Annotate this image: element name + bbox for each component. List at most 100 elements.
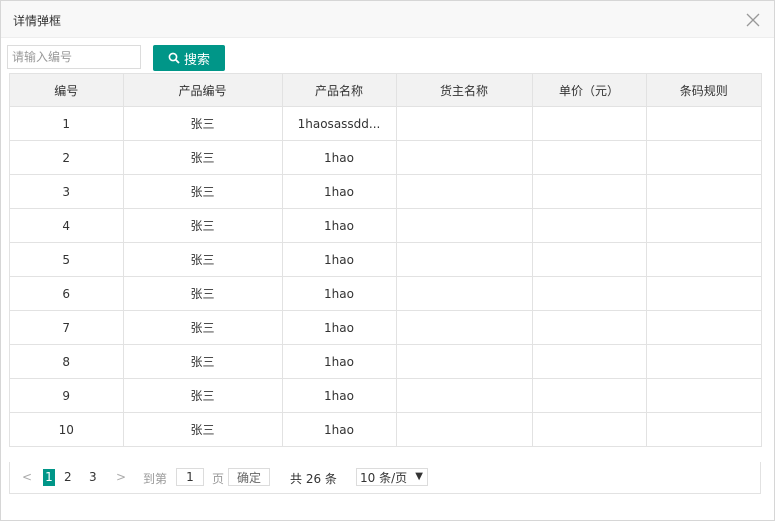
- cell-id: 1: [10, 106, 124, 141]
- cell-owner-name: [396, 344, 533, 379]
- cell-product-code: 张三: [123, 276, 283, 311]
- cell-unit-price: [532, 208, 647, 243]
- search-button-label: 搜索: [183, 51, 210, 67]
- cell-product-name: 1hao: [282, 276, 397, 311]
- cell-product-name: 1haosassdd...: [282, 106, 397, 141]
- column-header-id: 编号: [10, 74, 124, 107]
- pagination: < 1 2 3 > 到第 页 确定 共 26 条 10 条/页 ▼: [9, 462, 761, 494]
- cell-product-code: 张三: [123, 412, 283, 447]
- cell-product-name: 1hao: [282, 344, 397, 379]
- search-icon: [168, 52, 180, 64]
- table-row[interactable]: 6 张三 1hao: [10, 276, 761, 311]
- table-header-row: 编号 产品编号 产品名称 货主名称 单价（元） 条码规则: [10, 74, 761, 107]
- cell-owner-name: [396, 242, 533, 277]
- dialog-title: 详情弹框: [13, 14, 62, 28]
- cell-unit-price: [532, 140, 647, 175]
- cell-owner-name: [396, 412, 533, 447]
- page-number-3[interactable]: 3: [89, 470, 97, 484]
- cell-unit-price: [532, 242, 647, 277]
- cell-barcode-rule: [646, 140, 761, 175]
- cell-unit-price: [532, 174, 647, 209]
- column-header-barcode-rule: 条码规则: [646, 74, 761, 107]
- cell-product-name: 1hao: [282, 310, 397, 345]
- cell-owner-name: [396, 140, 533, 175]
- close-icon[interactable]: [746, 13, 760, 27]
- dialog-titlebar: 详情弹框: [1, 1, 774, 38]
- cell-product-code: 张三: [123, 242, 283, 277]
- cell-product-name: 1hao: [282, 208, 397, 243]
- table-row[interactable]: 5 张三 1hao: [10, 242, 761, 277]
- detail-dialog: 详情弹框 搜索 编号 产品编号 产品名称: [0, 0, 775, 521]
- cell-owner-name: [396, 378, 533, 413]
- cell-id: 5: [10, 242, 124, 277]
- cell-unit-price: [532, 378, 647, 413]
- table-row[interactable]: 1 张三 1haosassdd...: [10, 106, 761, 141]
- page-size-value: 10 条/页: [360, 470, 408, 485]
- cell-barcode-rule: [646, 208, 761, 243]
- table-row[interactable]: 10 张三 1hao: [10, 412, 761, 447]
- cell-product-name: 1hao: [282, 378, 397, 413]
- table-row[interactable]: 4 张三 1hao: [10, 208, 761, 243]
- cell-product-code: 张三: [123, 344, 283, 379]
- table-row[interactable]: 3 张三 1hao: [10, 174, 761, 209]
- goto-page-input[interactable]: [176, 468, 204, 486]
- cell-owner-name: [396, 276, 533, 311]
- total-count: 共 26 条: [290, 472, 337, 486]
- cell-barcode-rule: [646, 310, 761, 345]
- search-button[interactable]: 搜索: [153, 45, 225, 71]
- cell-unit-price: [532, 412, 647, 447]
- cell-unit-price: [532, 344, 647, 379]
- page-number-2[interactable]: 2: [64, 470, 72, 484]
- cell-product-code: 张三: [123, 208, 283, 243]
- cell-id: 9: [10, 378, 124, 413]
- cell-owner-name: [396, 106, 533, 141]
- search-input[interactable]: [7, 45, 141, 69]
- cell-id: 8: [10, 344, 124, 379]
- page-number-current[interactable]: 1: [43, 469, 55, 486]
- cell-barcode-rule: [646, 276, 761, 311]
- cell-unit-price: [532, 310, 647, 345]
- cell-barcode-rule: [646, 344, 761, 379]
- data-table: 编号 产品编号 产品名称 货主名称 单价（元） 条码规则 1 张三 1haosass…: [9, 73, 762, 447]
- cell-barcode-rule: [646, 242, 761, 277]
- cell-id: 6: [10, 276, 124, 311]
- cell-product-code: 张三: [123, 140, 283, 175]
- cell-id: 10: [10, 412, 124, 447]
- cell-barcode-rule: [646, 174, 761, 209]
- table-row[interactable]: 8 张三 1hao: [10, 344, 761, 379]
- page-unit-label: 页: [212, 472, 225, 486]
- goto-confirm-button[interactable]: 确定: [228, 468, 270, 486]
- table-row[interactable]: 7 张三 1hao: [10, 310, 761, 345]
- cell-product-code: 张三: [123, 106, 283, 141]
- cell-product-name: 1hao: [282, 412, 397, 447]
- cell-owner-name: [396, 310, 533, 345]
- cell-barcode-rule: [646, 412, 761, 447]
- cell-owner-name: [396, 208, 533, 243]
- goto-label: 到第: [143, 472, 168, 486]
- cell-product-code: 张三: [123, 310, 283, 345]
- table-row[interactable]: 9 张三 1hao: [10, 378, 761, 413]
- cell-unit-price: [532, 276, 647, 311]
- cell-id: 2: [10, 140, 124, 175]
- column-header-product-name: 产品名称: [282, 74, 397, 107]
- cell-product-name: 1hao: [282, 140, 397, 175]
- cell-product-name: 1hao: [282, 242, 397, 277]
- chevron-down-icon: ▼: [415, 471, 423, 482]
- page-size-select[interactable]: 10 条/页 ▼: [356, 468, 428, 486]
- cell-product-code: 张三: [123, 174, 283, 209]
- cell-id: 7: [10, 310, 124, 345]
- cell-barcode-rule: [646, 378, 761, 413]
- cell-id: 4: [10, 208, 124, 243]
- cell-id: 3: [10, 174, 124, 209]
- cell-unit-price: [532, 106, 647, 141]
- cell-barcode-rule: [646, 106, 761, 141]
- cell-product-name: 1hao: [282, 174, 397, 209]
- cell-owner-name: [396, 174, 533, 209]
- table-row[interactable]: 2 张三 1hao: [10, 140, 761, 175]
- column-header-owner-name: 货主名称: [396, 74, 533, 107]
- cell-product-code: 张三: [123, 378, 283, 413]
- prev-page-button[interactable]: <: [22, 470, 32, 484]
- column-header-unit-price: 单价（元）: [532, 74, 647, 107]
- column-header-product-code: 产品编号: [123, 74, 283, 107]
- next-page-button[interactable]: >: [116, 470, 126, 484]
